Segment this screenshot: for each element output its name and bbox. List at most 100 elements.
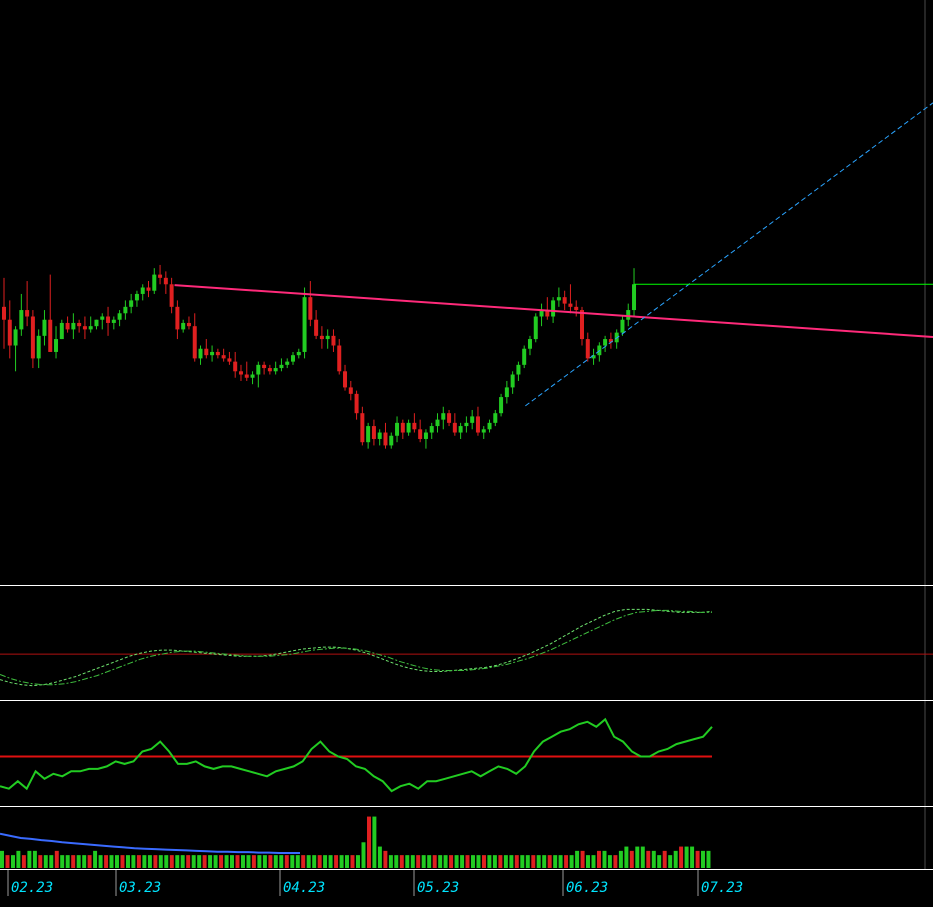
date-label: 02.23 [11,880,53,896]
candle-body [285,361,290,365]
volume-bar [514,855,519,868]
volume-bar [219,855,224,868]
volume-bar [416,855,421,868]
volume-bar [49,855,54,868]
candle-body [493,413,498,423]
volume-bar [202,855,207,868]
volume-bar [602,850,607,868]
candle-body [331,335,336,346]
volume-bar [120,855,125,868]
volume-bar [536,855,541,868]
candle-body [626,310,631,320]
candle-body [499,397,504,414]
volume-bar [339,855,344,868]
candle-body [267,368,272,372]
candle-body [7,319,12,346]
candle-body [458,426,463,433]
volume-bar [142,855,147,868]
volume-bar [438,855,443,868]
volume-bar [131,855,136,868]
candle-body [175,306,180,330]
candle-body [129,300,134,307]
candle-body [65,322,70,330]
volume-bar [558,855,563,868]
volume-bar [213,855,218,868]
volume-bar [377,846,382,868]
date-label: 04.23 [283,880,325,896]
volume-bar [624,846,629,868]
candle-body [82,326,87,330]
volume-bar [21,855,26,868]
candle-body [158,274,163,278]
candle-body [59,322,64,340]
oscillator-series [0,609,712,686]
volume-bar [651,850,656,868]
volume-bar [487,855,492,868]
volume-bar [509,855,514,868]
volume-bar [164,855,169,868]
candle-body [152,274,157,291]
volume-bar [82,855,87,868]
volume-bar [432,855,437,868]
volume-bar [569,855,574,868]
volume-bar [284,855,289,868]
volume-bar [224,855,229,868]
candle-body [100,316,105,320]
candle-body [435,419,440,427]
candle-body [48,319,53,352]
volume-bar [98,855,103,868]
candle-body [620,319,625,333]
candle-body [204,348,209,356]
candle-body [632,284,637,311]
volume-bar [564,855,569,868]
volume-bar [175,855,180,868]
volume-bar [586,855,590,868]
volume-bar [317,855,322,868]
volume-bar [235,855,240,868]
volume-bar [673,850,678,868]
candle-body [504,387,509,398]
candle-body [366,426,371,443]
volume-bar [421,855,426,868]
volume-bar [334,855,339,868]
candle-body [181,322,186,330]
candle-body [377,432,382,439]
volume-bar [449,855,454,868]
volume-bar [158,855,163,868]
volume-bar [147,855,152,868]
volume-bar [312,855,317,868]
volume-bar [613,855,618,868]
volume-bar [241,855,245,868]
candle-body [447,413,452,423]
chart-root: 02.23 03.23 04.23 05.23 06.23 07.23 [0,0,933,907]
candle-body [88,326,93,330]
date-label: 06.23 [566,880,608,896]
volume-bar [301,855,306,868]
candle-body [406,422,411,433]
support-trendline [525,102,933,407]
candle-body [551,300,556,317]
volume-bar [257,855,262,868]
candle-body [354,393,359,414]
candle-body [169,284,174,307]
volume-bar [482,855,486,868]
candle-body [233,361,238,372]
volume-bar [262,855,267,868]
candle-body [250,374,255,378]
candle-body [19,310,24,330]
candle-body [25,310,30,317]
volume-bar [93,850,98,868]
volume-bar [32,850,37,868]
volume-bar [290,855,295,868]
candle-body [308,297,313,320]
volume-bar [246,855,251,868]
volume-bar [547,855,552,868]
volume-bar [388,855,393,868]
volume-bar [43,855,48,868]
volume-bar [701,850,705,868]
volume-bar [76,855,81,868]
volume-bar [279,855,284,868]
candle-body [400,422,405,433]
candle-body [227,358,232,362]
volume-bar [498,855,503,868]
